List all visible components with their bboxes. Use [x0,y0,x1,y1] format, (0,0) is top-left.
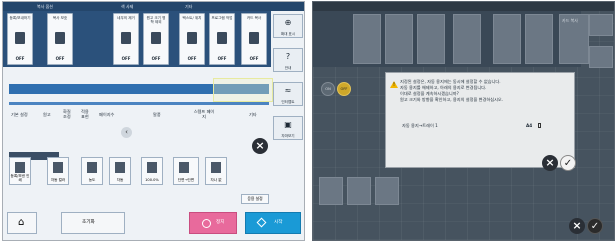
zoom-ratio-icon [147,162,157,173]
setting-tab-underline [9,102,269,105]
color-icon [53,162,63,173]
dimmed-option-3 [417,14,445,64]
dimmed-zoom-tool [589,14,613,36]
document-icon [15,32,25,44]
tab-quality[interactable]: 화질 조정 [63,109,73,119]
paper-button-zoom[interactable]: 100.0% [141,157,163,185]
eraser-icon [121,32,131,44]
zoom-display-button[interactable]: ⊕ 확대 표시 [273,14,303,38]
toggle-on: ON [321,82,335,96]
start-icon [256,217,267,228]
help-icon: ? [285,52,291,61]
finishing-icon [211,162,221,173]
home-icon: ⌂ [18,217,25,228]
dimmed-header [313,2,614,11]
shield-icon [55,32,65,44]
close-button[interactable]: × [252,138,268,154]
paper-button-color[interactable]: 자동 컬러 [47,157,69,185]
option-button-original-size[interactable]: 원고 크기 명학 제외 OFF [143,13,169,65]
option-button-text-position[interactable]: 택스트/ 위치 OFF [179,13,205,65]
toggle-off: OFF [337,82,351,96]
tab-pages[interactable]: 페이지수 [99,112,114,117]
option-button-registration[interactable]: 등록/보내하기 OFF [7,13,33,65]
stop-button[interactable]: 정지 [189,212,237,234]
dimmed-paper-3 [375,177,399,205]
bottom-cancel-button[interactable]: × [569,218,585,234]
fax-icon: ≈ [284,86,292,95]
header-label-copy-options: 복사 옵션 [37,4,53,9]
dialog-line-1: 지정된 설정은, 자동 용지에는 동시에 설정할 수 없습니다. [400,79,501,84]
preview-button[interactable]: ▣ 자마보기 [273,116,303,140]
option-button-program-job[interactable]: 프로그램 작업 OFF [209,13,235,65]
dimmed-option-5 [493,14,521,64]
paper-button-auto[interactable]: 자동 [109,157,131,185]
option-button-copy-protect[interactable]: 복사 보호 OFF [47,13,73,65]
paper-warning-screen: 카드 복사 ON OFF 지정된 설정은, 자동 용지에는 동시에 설정할 수 … [312,1,615,241]
selection-highlight [213,78,273,102]
tab-original[interactable]: 원고 [43,112,51,117]
paper-size-value: A4 [526,123,533,128]
reset-button[interactable]: 초기화 [61,212,125,234]
dimmed-help-tool [589,46,613,68]
dialog-cancel-button[interactable]: × [542,155,558,171]
dialog-line-3: 이대로 설정을 계속하시겠습니까? [400,91,459,96]
dimmed-paper-1 [319,177,343,205]
stop-icon [202,219,211,228]
duplex-icon [179,162,189,173]
dimmed-option-2 [385,14,413,64]
portrait-paper-icon [538,123,541,128]
tray-setting-label: 자동 용지→트레이 1 [402,123,438,128]
page-size-icon [151,32,161,44]
bottom-ok-button[interactable]: ✓ [587,218,603,234]
start-button[interactable]: 시작 [245,212,301,234]
printer-icon: ▣ [284,120,292,129]
paper-icon [115,162,125,173]
dimmed-option-4 [453,14,481,64]
density-icon [87,162,97,173]
tab-other[interactable]: 기타 [249,112,257,117]
program-icon [217,32,227,44]
paper-button-finish[interactable]: 자나 없 [205,157,227,185]
dimmed-option-card-copy: 카드 복사 [559,14,589,64]
scroll-left-button[interactable]: ‹ [121,127,132,138]
tab-basic[interactable]: 기본 설정 [11,112,28,117]
dialog-ok-button[interactable]: ✓ [560,155,576,171]
tab-balloon[interactable]: 말풍 [153,112,161,117]
header-bar: 복사 옵션 색 사제 기타 [3,2,304,11]
zoom-icon: ⊕ [284,18,292,27]
tab-stamp[interactable]: 스템프 페이지 [193,109,215,119]
copy-settings-screen: 복사 옵션 색 사제 기타 등록/보내하기 OFF 복사 보호 OFF 네우의 … [2,1,305,241]
paper-button-duplex[interactable]: 단면→단면 [173,157,199,185]
option-button-card-copy[interactable]: 카드 복사 OFF [241,13,267,65]
card-icon [249,32,259,44]
warning-icon [390,81,398,88]
dimmed-option-6 [525,14,553,64]
tab-apply[interactable]: 적용 표현 [81,109,91,119]
warning-dialog: 지정된 설정은, 자동 용지에는 동시에 설정할 수 없습니다. 자동 용지를 … [385,72,576,171]
option-button-erase[interactable]: 네우의 제거 OFF [113,13,139,65]
header-label-other: 기타 [185,4,193,9]
dimmed-option-1 [353,14,381,64]
header-label-color: 색 사제 [121,4,134,9]
paper-button-registration[interactable]: 등록/보낸 인쇄 [9,157,31,185]
dimmed-paper-2 [347,177,371,205]
guide-button[interactable]: ? 안내 [273,48,303,72]
home-button[interactable]: ⌂ [7,212,37,234]
dialog-line-4: 원고 크기와 방향을 확인하고, 용지의 설정을 변경하십시오. [400,97,504,102]
stamp-icon [187,32,197,44]
paper-button-density[interactable]: 농도 [81,157,103,185]
dialog-line-2: 자동 용지를 해제하고, 아래의 용지로 변경됩니다. [400,85,487,90]
interrupt-button[interactable]: ≈ 인터랩트 [273,82,303,106]
apply-settings-button[interactable]: 응용 설정 [241,194,269,204]
tray-icon [15,162,25,173]
